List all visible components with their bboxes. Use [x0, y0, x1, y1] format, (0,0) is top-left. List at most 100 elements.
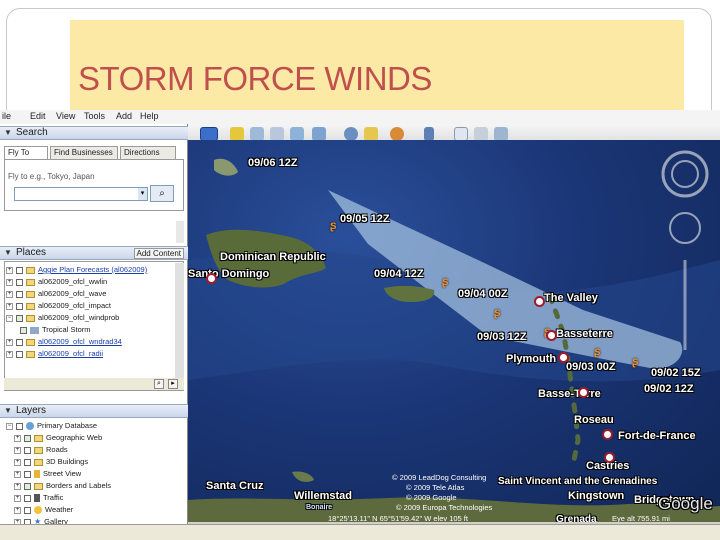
capital-star-icon[interactable] — [206, 273, 217, 284]
layer-item[interactable]: + Borders and Labels — [14, 481, 111, 491]
places-panel-title: Places — [16, 247, 47, 258]
forecast-label: 09/03 00Z — [566, 361, 616, 373]
search-scrollbar[interactable] — [176, 221, 184, 243]
search-panel-header[interactable]: ▼ Search — [0, 126, 188, 140]
record-tour-icon[interactable] — [312, 127, 326, 141]
layer-item[interactable]: + Street View — [14, 469, 81, 479]
capital-star-icon[interactable] — [604, 452, 615, 463]
chevron-right-icon[interactable]: ▸ — [168, 379, 178, 389]
left-sidebar: ▼ Search Fly To Find Businesses Directio… — [0, 124, 188, 540]
turks-caicos — [214, 158, 238, 176]
ruler-icon[interactable] — [424, 127, 434, 141]
menu-edit[interactable]: Edit — [30, 111, 46, 121]
places-scrollbar[interactable] — [175, 263, 184, 389]
place-label: Fort-de-France — [618, 430, 696, 442]
view-in-maps-icon[interactable] — [494, 127, 508, 141]
tree-item[interactable]: + al062009_ofcl_wave — [6, 289, 106, 299]
places-toolbar: ⌕ ▸ — [4, 378, 184, 390]
path-icon[interactable] — [270, 127, 284, 141]
sunlight-icon[interactable] — [364, 127, 378, 141]
menu-tools[interactable]: Tools — [84, 111, 105, 121]
slide-title: STORM FORCE WINDS — [78, 60, 432, 97]
pegman-icon — [34, 470, 40, 479]
tree-item[interactable]: Tropical Storm — [20, 325, 90, 335]
placemark-icon[interactable] — [230, 127, 244, 141]
copyright-line: © 2009 LeadDog Consulting — [392, 473, 487, 482]
collapse-triangle-icon[interactable]: ▼ — [4, 248, 12, 257]
place-label: Grenada — [556, 514, 597, 522]
image-overlay-icon[interactable] — [290, 127, 304, 141]
tree-item[interactable]: + Aggie Plan Forecasts (al062009) — [6, 265, 147, 275]
place-label: The Valley — [544, 292, 598, 304]
layer-item[interactable]: +3D Buildings — [14, 457, 88, 467]
collapse-triangle-icon[interactable]: ▼ — [4, 406, 12, 415]
layers-panel-header[interactable]: ▼ Layers — [0, 404, 188, 418]
layer-item[interactable]: + Traffic — [14, 493, 63, 503]
hurricane-icon[interactable]: ʂ — [632, 354, 639, 368]
search-button[interactable]: ⌕ — [150, 185, 174, 202]
forecast-label: 09/05 12Z — [340, 213, 390, 225]
pointer-coordinates: 18°25'13.11" N 65°51'59.42" W elev 105 f… — [328, 514, 468, 522]
traffic-icon — [34, 494, 40, 503]
place-label: Bonaire — [306, 504, 333, 511]
menu-file[interactable]: ile — [2, 111, 11, 121]
tree-item[interactable]: + al062009_ofcl_radii — [6, 349, 103, 359]
place-label: Plymouth — [506, 353, 557, 365]
search-results-area — [4, 212, 184, 244]
chevron-down-icon[interactable]: ▾ — [138, 188, 147, 200]
tree-item[interactable]: + al062009_ofcl_wndrad34 — [6, 337, 122, 347]
layer-item[interactable]: + Weather — [14, 505, 73, 515]
fly-to-input[interactable] — [14, 187, 148, 201]
copyright-line: © 2009 Europa Technologies — [396, 503, 493, 512]
historical-imagery-icon[interactable] — [344, 127, 358, 141]
layer-item[interactable]: + Geographic Web — [14, 433, 102, 443]
capital-star-icon[interactable] — [546, 330, 557, 341]
forecast-label: 09/06 12Z — [248, 157, 298, 169]
tree-item[interactable]: + al062009_ofcl_wwlin — [6, 277, 107, 287]
copyright-line: © 2009 Google — [406, 493, 457, 502]
capital-star-icon[interactable] — [558, 352, 569, 363]
hurricane-icon[interactable]: ʂ — [442, 274, 449, 288]
capital-star-icon[interactable] — [578, 387, 589, 398]
layer-item[interactable]: + Roads — [14, 445, 68, 455]
forecast-label: 09/04 12Z — [374, 268, 424, 280]
tab-find-businesses[interactable]: Find Businesses — [50, 146, 118, 159]
add-content-button[interactable]: Add Content — [133, 248, 184, 259]
storm-icon — [30, 326, 39, 334]
menu-add[interactable]: Add — [116, 111, 132, 121]
layers-panel-title: Layers — [16, 405, 47, 416]
sidebar-toggle-icon[interactable] — [200, 127, 218, 141]
place-label: Dominican Republic — [220, 251, 326, 263]
place-label: Willemstad — [294, 490, 352, 502]
tab-fly-to[interactable]: Fly To — [4, 146, 48, 159]
copyright-line: © 2009 Tele Atlas — [406, 483, 465, 492]
forecast-label: 09/03 12Z — [477, 331, 527, 343]
tab-directions[interactable]: Directions — [120, 146, 176, 159]
earth-map-view[interactable]: 09/06 12Z 09/05 12Z 09/04 12Z 09/04 00Z … — [188, 140, 720, 522]
forecast-label: 09/02 15Z — [651, 367, 701, 379]
place-label: Kingstown — [568, 490, 625, 502]
planets-icon[interactable] — [390, 127, 404, 141]
search-tabs: Fly To Find Businesses Directions — [4, 146, 184, 160]
menu-view[interactable]: View — [56, 111, 75, 121]
taskbar — [0, 524, 720, 540]
email-icon[interactable] — [454, 127, 468, 141]
place-label: Basseterre — [556, 328, 613, 340]
polygon-icon[interactable] — [250, 127, 264, 141]
layer-item[interactable]: − Primary Database — [6, 421, 97, 431]
menu-help[interactable]: Help — [140, 111, 159, 121]
tree-item[interactable]: − al062009_ofcl_windprob — [6, 313, 119, 323]
capital-star-icon[interactable] — [534, 296, 545, 307]
search-icon: ⌕ — [159, 188, 165, 199]
print-icon[interactable] — [474, 127, 488, 141]
curacao-aruba — [292, 471, 314, 482]
hurricane-icon[interactable]: ʂ — [330, 218, 337, 232]
hurricane-icon[interactable]: ʂ — [594, 344, 601, 358]
search-toggle-button[interactable]: ⌕ — [154, 379, 164, 389]
tree-item[interactable]: + al062009_ofcl_impact — [6, 301, 111, 311]
place-label: Basse-Terre — [538, 388, 601, 400]
hurricane-icon[interactable]: ʂ — [494, 305, 501, 319]
collapse-triangle-icon[interactable]: ▼ — [4, 128, 12, 137]
places-panel-header[interactable]: ▼ Places Add Content — [0, 246, 188, 260]
capital-star-icon[interactable] — [602, 429, 613, 440]
